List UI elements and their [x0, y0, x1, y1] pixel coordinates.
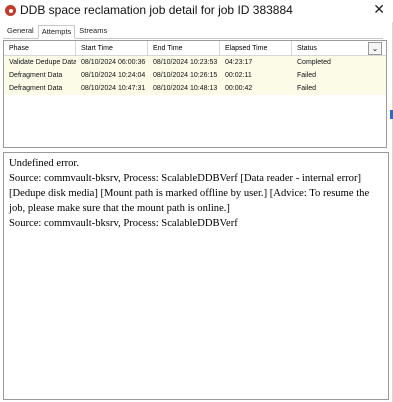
- cell-elapsed-time: 00:00:42: [225, 85, 253, 92]
- cell-elapsed-time: 00:02:11: [225, 72, 252, 79]
- column-header-elapsed-time[interactable]: Elapsed Time: [220, 41, 292, 55]
- title-bar[interactable]: DDB space reclamation job detail for job…: [0, 0, 393, 22]
- details-line-error: Undefined error.: [9, 158, 80, 169]
- cell-phase: Defragment Data: [9, 85, 63, 92]
- tab-strip: General Attempts Streams: [3, 25, 383, 39]
- column-header-end-time[interactable]: End Time: [148, 41, 220, 55]
- tab-attempts[interactable]: Attempts: [37, 25, 76, 39]
- table-row[interactable]: Defragment Data 08/10/2024 10:47:31 08/1…: [4, 82, 386, 95]
- cell-start-time: 08/10/2024 06:00:36: [81, 59, 146, 66]
- tab-general[interactable]: General: [3, 24, 38, 38]
- failure-details-textbox[interactable]: Undefined error. Source: commvault-bksrv…: [3, 152, 389, 400]
- job-detail-window: DDB space reclamation job detail for job…: [0, 0, 393, 402]
- cell-phase: Validate Dedupe Data: [9, 59, 76, 66]
- table-row[interactable]: Defragment Data 08/10/2024 10:24:04 08/1…: [4, 69, 386, 82]
- cell-start-time: 08/10/2024 10:24:04: [81, 72, 146, 79]
- column-header-phase[interactable]: Phase: [4, 41, 76, 55]
- attempts-grid: Phase Start Time End Time Elapsed Time S…: [3, 40, 387, 148]
- cell-status: Failed: [297, 85, 317, 92]
- grid-header: Phase Start Time End Time Elapsed Time S…: [4, 41, 386, 56]
- tab-streams[interactable]: Streams: [75, 24, 111, 38]
- table-row[interactable]: Validate Dedupe Data 08/10/2024 06:00:36…: [4, 56, 386, 69]
- cell-start-time: 08/10/2024 10:47:31: [81, 85, 146, 92]
- window-title: DDB space reclamation job detail for job…: [20, 3, 293, 17]
- cell-status: Failed: [297, 72, 317, 79]
- cell-phase: Defragment Data: [9, 72, 63, 79]
- cell-end-time: 08/10/2024 10:48:13: [153, 85, 218, 92]
- cell-end-time: 08/10/2024 10:26:15: [153, 72, 218, 79]
- commvault-app-icon: [5, 5, 16, 16]
- details-line-source: Source: commvault-bksrv, Process: Scalab…: [9, 218, 238, 229]
- column-header-start-time[interactable]: Start Time: [76, 41, 148, 55]
- column-header-status[interactable]: Status: [292, 41, 368, 55]
- close-button[interactable]: ✕: [373, 1, 385, 18]
- cell-end-time: 08/10/2024 10:23:53: [153, 59, 218, 66]
- details-line-source-verbose: Source: commvault-bksrv, Process: Scalab…: [9, 173, 370, 214]
- cell-elapsed-time: 04:23:17: [225, 59, 253, 66]
- cell-status: Completed: [297, 59, 331, 66]
- column-chooser-button[interactable]: ⌄: [368, 42, 382, 55]
